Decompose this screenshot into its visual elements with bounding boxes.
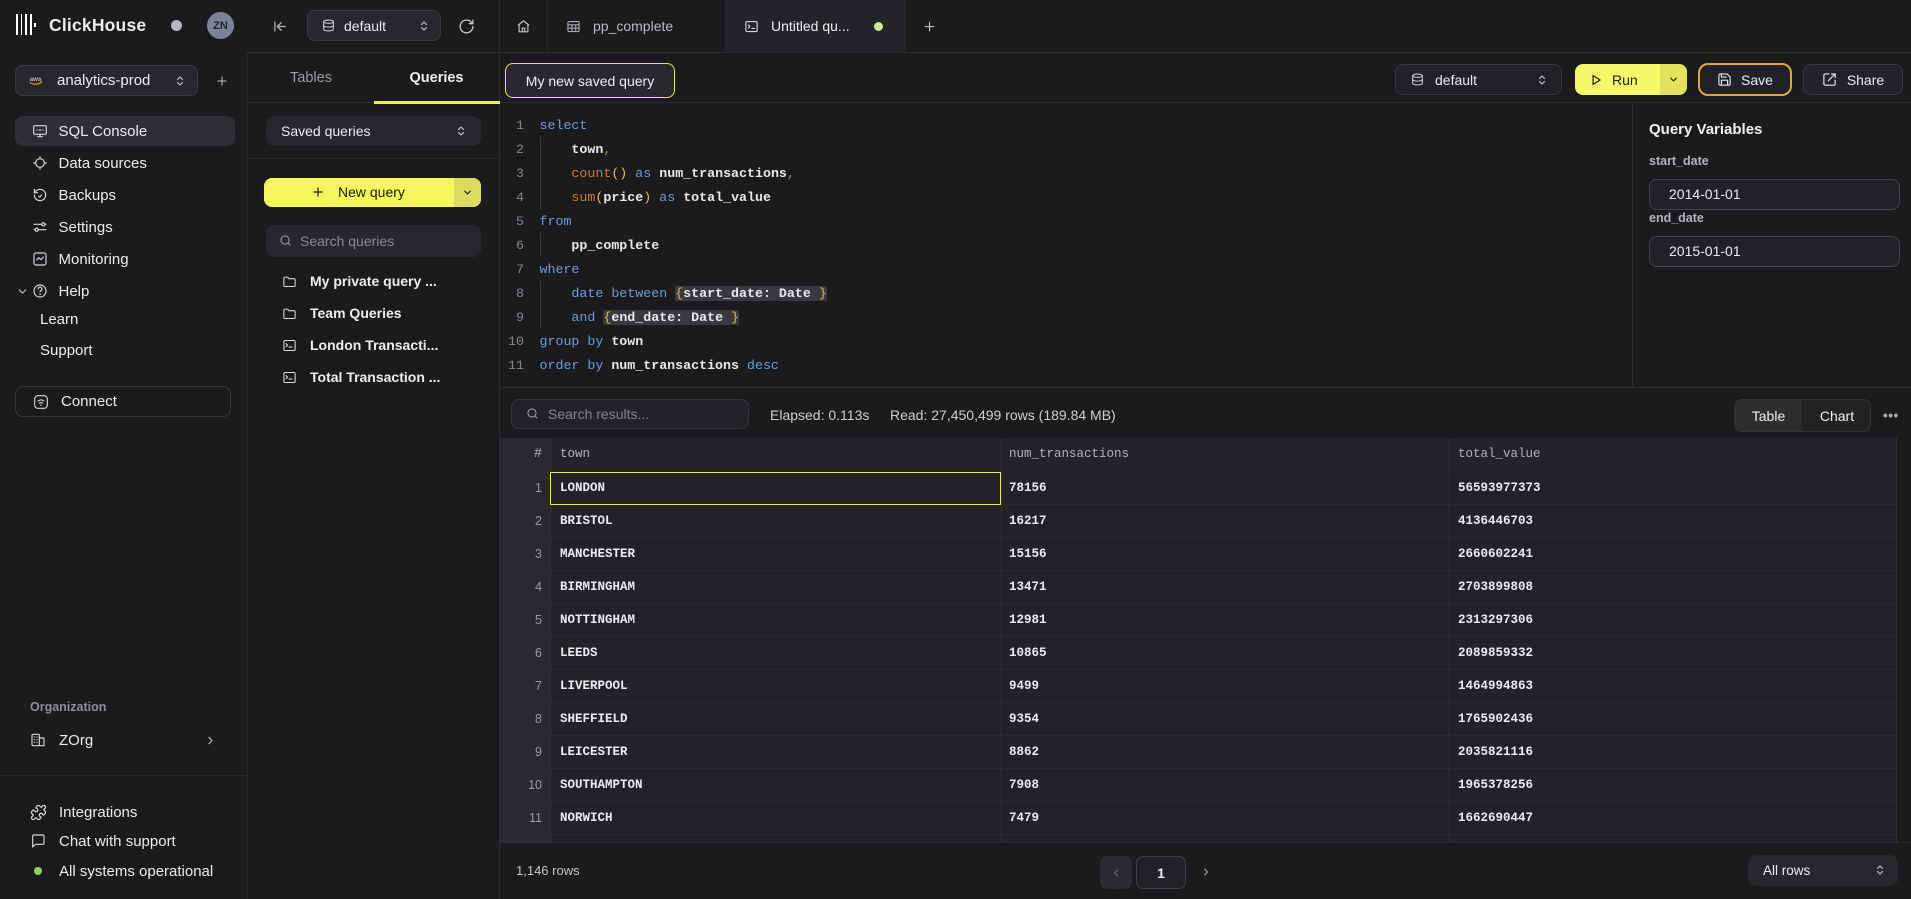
svg-text:aws: aws [30,76,42,83]
